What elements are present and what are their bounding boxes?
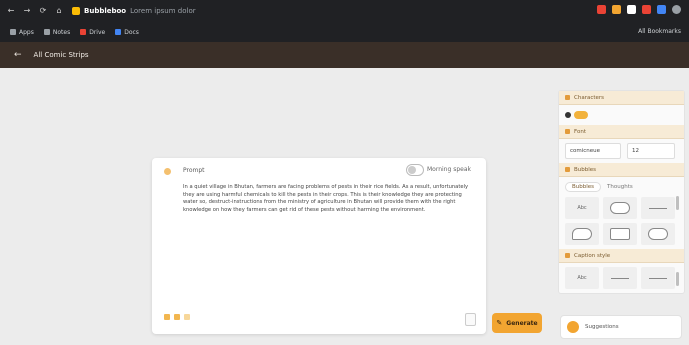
morning-speak-toggle[interactable] (406, 164, 424, 176)
bookmark-label: Apps (19, 28, 34, 36)
profile-icon[interactable] (672, 5, 681, 14)
bubble-option-label: Abc (577, 205, 587, 211)
prompt-card: Prompt Morning speak In a quiet village … (152, 158, 486, 334)
bookmark-icon (115, 29, 122, 35)
generate-label: Generate (506, 319, 538, 327)
forward-icon[interactable]: → (22, 6, 32, 16)
tab-row: ← → ⟳ ⌂ Bubbleboo Lorem ipsum dolor (0, 0, 689, 22)
bookmark-item[interactable]: Notes (43, 28, 71, 36)
bubble-option[interactable]: Abc (565, 197, 599, 219)
font-icon (565, 129, 570, 134)
section-label: Font (574, 128, 586, 135)
tab-thoughts[interactable]: Thoughts (607, 184, 633, 190)
browser-chrome: ← → ⟳ ⌂ Bubbleboo Lorem ipsum dolor Apps… (0, 0, 689, 42)
bookmark-icon (10, 29, 16, 35)
tab-title: Bubbleboo (84, 7, 127, 15)
reload-icon[interactable]: ⟳ (38, 6, 48, 16)
bookmark-icon (80, 29, 87, 35)
scrollbar-thumb[interactable] (676, 272, 679, 286)
extension-icon[interactable] (597, 5, 606, 14)
caption-style-header[interactable]: Caption style (559, 249, 684, 263)
bubble-grid: Abc (559, 193, 684, 249)
all-bookmarks[interactable]: All Bookmarks (638, 28, 681, 35)
scrollbar-thumb[interactable] (676, 196, 679, 210)
bookmark-icon (43, 29, 50, 35)
bubble-shape-icon (610, 202, 630, 214)
bubble-option[interactable] (641, 197, 675, 219)
bubble-option[interactable] (641, 223, 675, 245)
browser-tab[interactable]: Bubbleboo Lorem ipsum dolor (72, 3, 196, 19)
suggestions-box[interactable]: Suggestions (560, 315, 682, 339)
bookmark-item[interactable]: Docs (115, 29, 139, 36)
tab-subtitle: Lorem ipsum dolor (130, 7, 196, 15)
toggle-label: Morning speak (427, 166, 471, 173)
caption-option-label: Abc (577, 275, 587, 281)
tool-icon[interactable] (184, 314, 190, 320)
caption-shape-icon (611, 277, 629, 279)
bubble-shape-icon (649, 207, 667, 209)
bubble-option[interactable] (603, 223, 637, 245)
section-label: Characters (574, 94, 605, 101)
home-icon[interactable]: ⌂ (54, 6, 64, 16)
characters-header[interactable]: Characters (559, 91, 684, 105)
extension-icon[interactable] (612, 5, 621, 14)
font-header[interactable]: Font (559, 125, 684, 139)
prompt-label: Prompt (183, 167, 205, 174)
tab-bubbles[interactable]: Bubbles (565, 182, 602, 192)
pencil-icon: ✎ (496, 319, 503, 327)
caption-icon (565, 253, 570, 258)
prompt-textarea[interactable]: In a quiet village in Bhutan, farmers ar… (183, 184, 473, 214)
tool-icon[interactable] (174, 314, 180, 320)
page-title: All Comic Strips (33, 51, 89, 59)
font-family-select[interactable]: comicneue (565, 143, 621, 159)
bubble-option[interactable] (603, 197, 637, 219)
characters-icon (565, 95, 570, 100)
suggestions-label: Suggestions (585, 324, 619, 330)
bookmark-item[interactable]: Apps (10, 29, 34, 36)
back-icon[interactable]: ← (6, 6, 16, 16)
card-toolbar (164, 314, 190, 320)
arrow-left-icon[interactable]: ← (14, 50, 22, 60)
font-size-select[interactable]: 12 (627, 143, 675, 159)
color-swatch[interactable] (574, 111, 588, 119)
bubble-shape-icon (610, 228, 630, 240)
bookmark-item[interactable]: Drive (80, 29, 105, 36)
extensions-bar (597, 5, 681, 14)
bubbles-header[interactable]: Bubbles (559, 163, 684, 177)
assistant-icon (567, 321, 579, 333)
bookmark-label: Drive (89, 28, 106, 36)
favicon-icon (72, 7, 80, 15)
bookmark-label: Docs (124, 28, 139, 36)
color-swatch[interactable] (565, 112, 571, 118)
font-family-value: comicneue (570, 148, 601, 154)
caption-option[interactable] (641, 267, 675, 289)
generate-button[interactable]: ✎ Generate (492, 313, 542, 333)
caption-option[interactable]: Abc (565, 267, 599, 289)
prompt-icon (164, 168, 171, 175)
section-label: Bubbles (574, 166, 597, 173)
characters-swatches (565, 109, 678, 121)
extension-icon[interactable] (627, 5, 636, 14)
extension-icon[interactable] (642, 5, 651, 14)
tool-icon[interactable] (164, 314, 170, 320)
style-panel: Characters Font comicneue 12 Bubbles Bub… (558, 90, 685, 294)
bookmarks-bar: Apps Notes Drive Docs All Bookmarks (0, 24, 689, 40)
app-header: ← All Comic Strips (0, 42, 689, 68)
section-label: Caption style (574, 252, 611, 259)
bubble-shape-icon (572, 228, 592, 240)
bubble-shape-icon (648, 228, 668, 240)
caption-shape-icon (649, 277, 667, 279)
caption-option[interactable] (603, 267, 637, 289)
caption-grid: Abc (559, 263, 684, 293)
copy-icon[interactable] (465, 313, 476, 326)
extension-icon[interactable] (657, 5, 666, 14)
bubble-option[interactable] (565, 223, 599, 245)
font-size-value: 12 (632, 148, 639, 154)
bubbles-icon (565, 167, 570, 172)
bookmark-label: Notes (52, 28, 71, 36)
